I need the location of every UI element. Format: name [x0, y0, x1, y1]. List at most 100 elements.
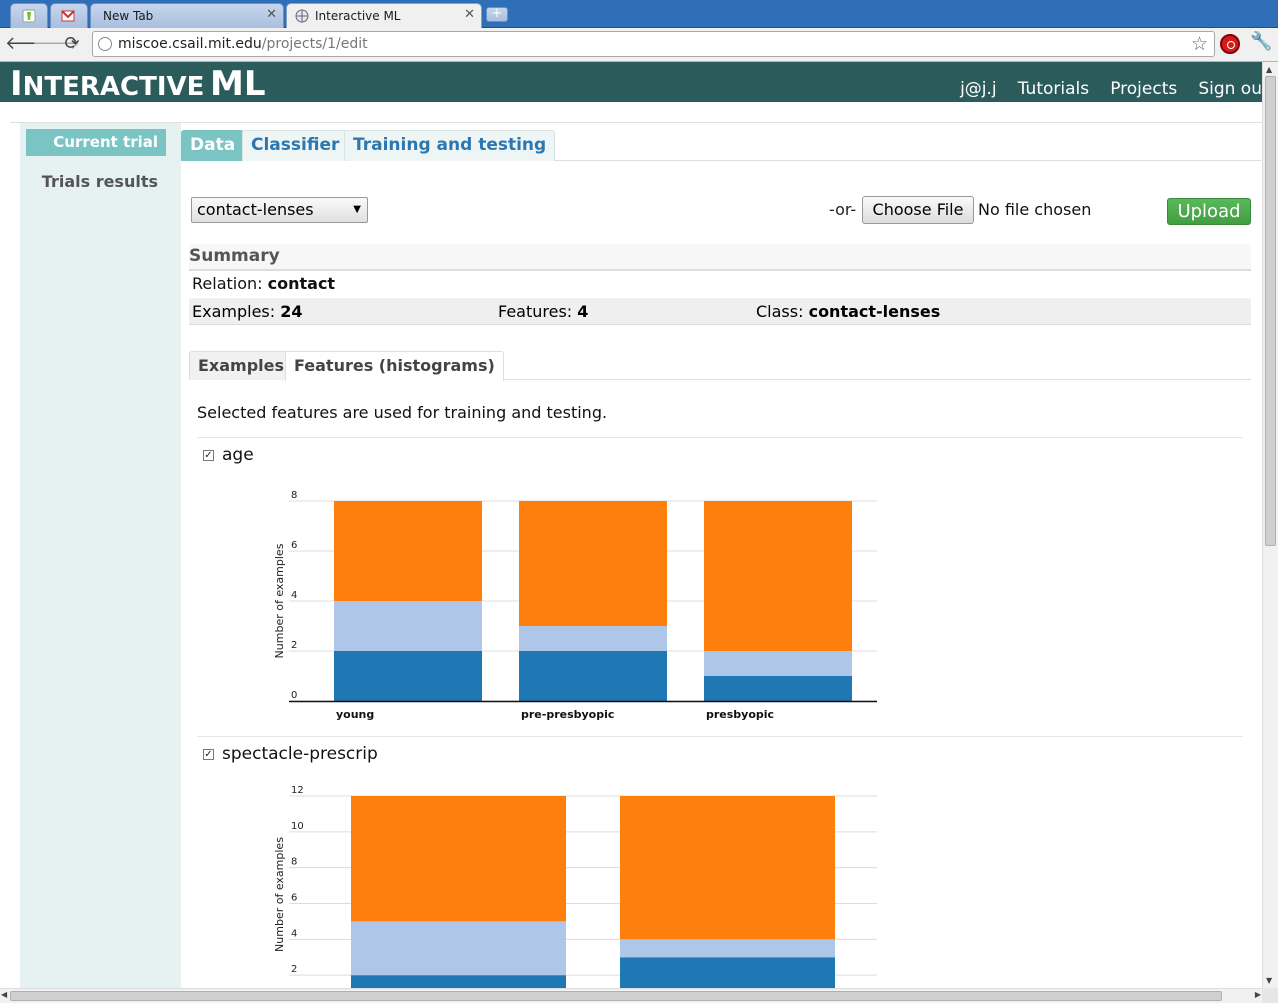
no-file-label: No file chosen	[978, 200, 1092, 219]
y-axis-label: Number of examples	[273, 837, 286, 952]
vertical-scrollbar[interactable]: ▲ ▼	[1262, 62, 1278, 988]
globe-icon	[98, 37, 112, 51]
browser-toolbar: 🡐 🡒 ⟳ miscoe.csail.mit.edu/projects/1/ed…	[0, 28, 1278, 62]
tab-training-testing[interactable]: Training and testing	[344, 130, 556, 161]
histogram-age: 0 2 4 6 8 Number of examples young pre-presbyop…	[273, 490, 877, 721]
y-tick-label: 4	[291, 590, 297, 601]
scroll-thumb[interactable]	[10, 991, 1222, 1001]
bar-segment[interactable]	[519, 626, 667, 651]
divider	[197, 736, 1243, 737]
scroll-up-icon[interactable]: ▲	[1266, 65, 1272, 74]
browser-tab-title: New Tab	[103, 9, 154, 23]
bar-segment[interactable]	[704, 501, 852, 651]
browser-tab-new-tab[interactable]: New Tab ✕	[90, 3, 284, 28]
chevron-down-icon: ▼	[353, 204, 361, 215]
back-icon[interactable]: 🡐	[5, 32, 53, 56]
bar-segment[interactable]	[334, 601, 482, 651]
address-url: miscoe.csail.mit.edu/projects/1/edit	[118, 36, 368, 52]
tab-examples[interactable]: Examples	[189, 351, 294, 380]
bar-segment[interactable]	[620, 796, 835, 940]
sidebar-item-current-trial[interactable]: Current trial	[26, 129, 166, 156]
relation-value: contact	[267, 274, 336, 293]
dataset-select[interactable]: contact-lenses ▼	[191, 197, 368, 223]
scroll-right-icon[interactable]: ▶	[1255, 990, 1261, 999]
close-icon[interactable]: ✕	[266, 7, 277, 22]
bar-segment[interactable]	[351, 975, 566, 988]
app-icon	[22, 9, 36, 23]
y-tick-label: 8	[291, 490, 297, 501]
feature-label-spectacle-prescrip: spectacle-prescrip	[222, 744, 378, 764]
feature-checkbox-spectacle-prescrip[interactable]: ✓	[203, 749, 214, 760]
y-tick-label: 2	[291, 964, 297, 975]
feature-label-age: age	[222, 445, 254, 465]
bar-segment[interactable]	[620, 939, 835, 958]
globe-icon	[295, 9, 309, 23]
brand-logo[interactable]: INTERACTIVE ML	[10, 64, 266, 104]
divider	[197, 437, 1243, 438]
top-nav: j@j.j Tutorials Projects Sign ou	[944, 79, 1262, 99]
bar-segment[interactable]	[351, 796, 566, 922]
wrench-icon[interactable]: 🔧	[1250, 31, 1272, 52]
reload-icon[interactable]: ⟳	[60, 32, 84, 56]
summary-heading: Summary	[189, 244, 1251, 271]
upload-button[interactable]: Upload	[1167, 198, 1251, 225]
tab-classifier[interactable]: Classifier	[242, 130, 349, 161]
bar-segment[interactable]	[519, 501, 667, 626]
bookmark-star-icon[interactable]: ☆	[1191, 33, 1208, 55]
page-viewport: INTERACTIVE ML j@j.j Tutorials Projects …	[0, 62, 1262, 988]
browser-tab-title: Interactive ML	[315, 9, 401, 23]
histogram-spectacle-prescrip: 2 4 6 8 10 12 Number of examples	[273, 785, 877, 988]
summary-stats-row: Examples: 24 Features: 4 Class: contact-…	[189, 298, 1251, 325]
nav-tutorials[interactable]: Tutorials	[1018, 79, 1089, 99]
app-header: INTERACTIVE ML j@j.j Tutorials Projects …	[0, 62, 1262, 104]
nav-projects[interactable]: Projects	[1110, 79, 1177, 99]
scroll-down-icon[interactable]: ▼	[1266, 976, 1272, 985]
stop-icon[interactable]	[1220, 34, 1240, 54]
tab-features-histograms[interactable]: Features (histograms)	[285, 351, 504, 381]
bar-segment[interactable]	[351, 921, 566, 976]
nav-user[interactable]: j@j.j	[960, 79, 997, 99]
class-stat: Class: contact-lenses	[756, 302, 941, 321]
new-tab-button[interactable]: +	[486, 7, 508, 22]
y-tick-label: 6	[291, 540, 297, 551]
scroll-thumb[interactable]	[1265, 76, 1276, 546]
close-icon[interactable]: ✕	[464, 7, 475, 22]
y-tick-label: 10	[291, 821, 304, 832]
sidebar-item-trials-results[interactable]: Trials results	[26, 168, 166, 195]
bar-segment[interactable]	[704, 651, 852, 676]
relation-label: Relation:	[192, 274, 263, 293]
sidebar: Current trial Trials results	[20, 123, 181, 988]
scroll-left-icon[interactable]: ◀	[1, 990, 7, 999]
examples-stat: Examples: 24	[192, 302, 303, 321]
features-note: Selected features are used for training …	[197, 403, 608, 422]
bar-segment[interactable]	[704, 676, 852, 701]
x-tick-label: pre-presbyopic	[521, 708, 614, 721]
browser-tab-gmail[interactable]	[50, 3, 88, 28]
feature-checkbox-age[interactable]: ✓	[203, 450, 214, 461]
browser-tab-app[interactable]	[10, 3, 48, 28]
gmail-icon	[61, 10, 75, 22]
bar-segment[interactable]	[334, 651, 482, 701]
relation-row: Relation: contact	[192, 274, 335, 293]
features-stat: Features: 4	[498, 302, 589, 321]
y-tick-label: 8	[291, 857, 297, 868]
horizontal-scrollbar[interactable]: ◀ ▶	[0, 988, 1262, 1003]
y-tick-label: 0	[291, 690, 297, 701]
tab-data[interactable]: Data	[181, 130, 245, 161]
scroll-corner	[1262, 988, 1278, 1003]
y-tick-label: 6	[291, 893, 297, 904]
nav-sign-out[interactable]: Sign ou	[1198, 79, 1262, 99]
forward-icon[interactable]: 🡒	[32, 32, 80, 56]
browser-tab-interactive-ml[interactable]: Interactive ML ✕	[286, 3, 482, 29]
y-axis-label: Number of examples	[273, 543, 286, 658]
y-tick-label: 12	[291, 785, 304, 796]
bar-segment[interactable]	[620, 957, 835, 988]
bar-segment[interactable]	[519, 651, 667, 701]
primary-tabs: Data Classifier Training and testing	[181, 130, 1261, 161]
y-tick-label: 4	[291, 928, 297, 939]
bar-segment[interactable]	[334, 501, 482, 601]
choose-file-button[interactable]: Choose File	[862, 196, 974, 224]
content-container: Current trial Trials results Data Classi…	[10, 122, 1262, 988]
address-bar[interactable]: miscoe.csail.mit.edu/projects/1/edit ☆	[92, 31, 1215, 57]
or-label: -or-	[829, 200, 857, 219]
